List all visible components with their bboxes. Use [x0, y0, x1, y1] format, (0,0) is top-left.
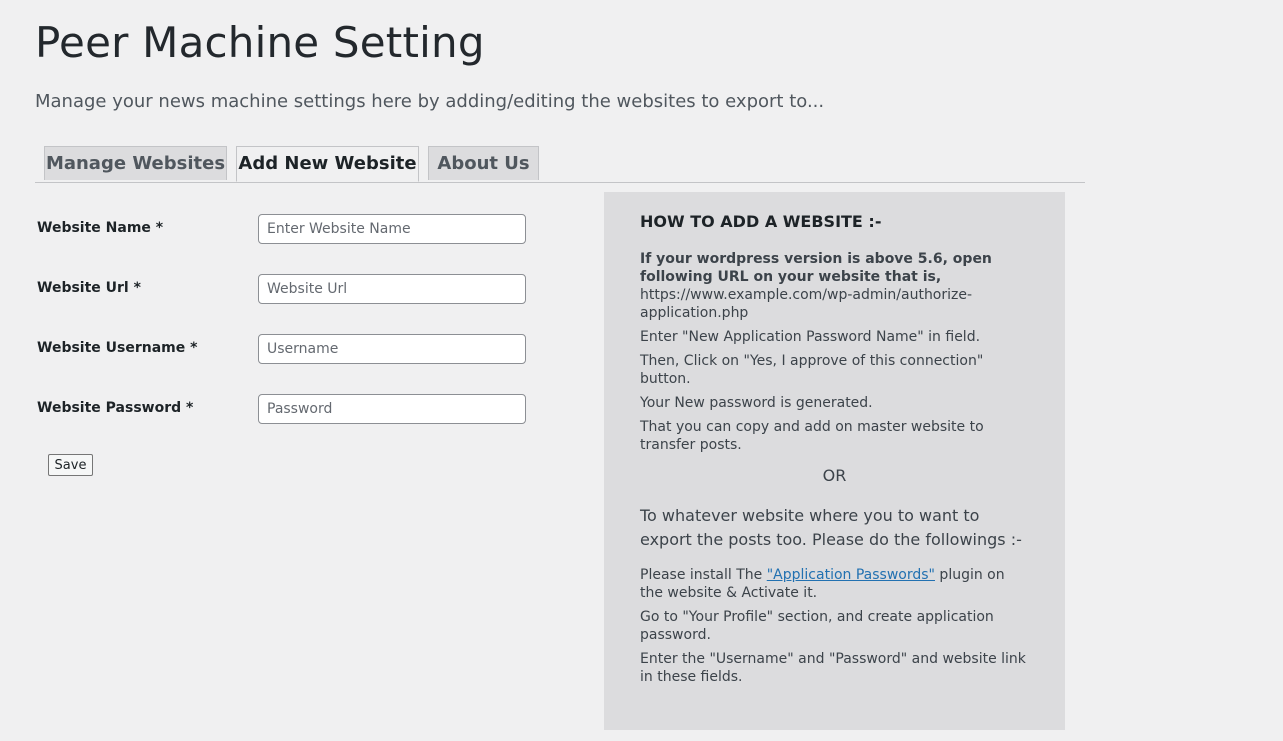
- website-password-row: Website Password *: [37, 394, 537, 424]
- website-password-input[interactable]: [258, 394, 526, 424]
- save-button[interactable]: Save: [48, 454, 93, 476]
- help-step: Go to "Your Profile" section, and create…: [640, 609, 994, 643]
- website-username-row: Website Username *: [37, 334, 537, 364]
- help-step: Enter "New Application Password Name" in…: [640, 329, 981, 345]
- tab-add-new-website[interactable]: Add New Website: [236, 146, 419, 182]
- help-step: Then, Click on "Yes, I approve of this c…: [640, 353, 984, 387]
- website-url-row: Website Url *: [37, 274, 537, 304]
- help-intro: If your wordpress version is above 5.6, …: [640, 251, 992, 285]
- website-username-input[interactable]: [258, 334, 526, 364]
- help-step: Your New password is generated.: [640, 395, 873, 411]
- website-name-label: Website Name *: [37, 220, 164, 236]
- website-url-input[interactable]: [258, 274, 526, 304]
- website-username-label: Website Username *: [37, 340, 198, 356]
- tab-bar: Manage Websites Add New Website About Us: [35, 146, 1085, 183]
- help-or-divider: OR: [822, 466, 847, 485]
- help-panel: HOW TO ADD A WEBSITE :- If your wordpres…: [604, 192, 1065, 730]
- help-plugin-prefix: Please install The: [640, 567, 767, 583]
- help-title: HOW TO ADD A WEBSITE :-: [640, 212, 882, 231]
- application-passwords-link[interactable]: "Application Passwords": [767, 567, 935, 583]
- website-password-label: Website Password *: [37, 400, 194, 416]
- page-subtitle: Manage your news machine settings here b…: [35, 91, 825, 112]
- help-url: https://www.example.com/wp-admin/authori…: [640, 287, 973, 321]
- help-lead: To whatever website where you to want to…: [640, 506, 1022, 549]
- tab-manage-websites[interactable]: Manage Websites: [44, 146, 227, 180]
- page-title: Peer Machine Setting: [35, 18, 485, 67]
- help-step: That you can copy and add on master webs…: [640, 419, 984, 453]
- help-plugin-step: Please install The "Application Password…: [640, 566, 1029, 602]
- page: Peer Machine Setting Manage your news ma…: [0, 0, 1283, 741]
- website-name-row: Website Name *: [37, 214, 537, 244]
- website-name-input[interactable]: [258, 214, 526, 244]
- tab-about-us[interactable]: About Us: [428, 146, 539, 180]
- website-url-label: Website Url *: [37, 280, 141, 296]
- help-step: Enter the "Username" and "Password" and …: [640, 651, 1026, 685]
